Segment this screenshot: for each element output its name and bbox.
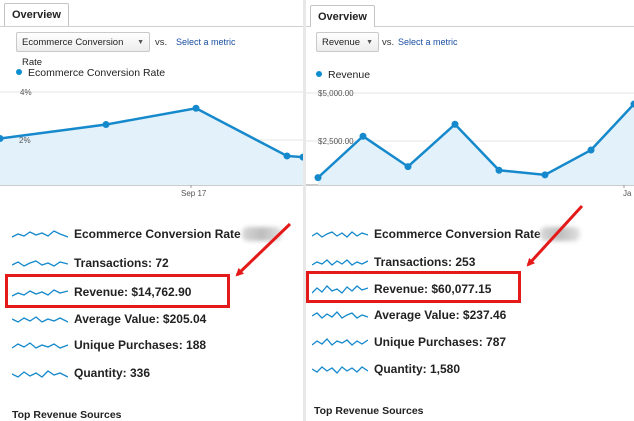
sparkline-icon [312, 259, 368, 266]
sparkline-icon [12, 230, 68, 238]
right-section-title: Top Revenue Sources [314, 405, 424, 417]
right-panel: Overview Revenue ▼ vs. Select a metric R… [306, 0, 634, 421]
left-line-chart: 4% 2% Sep 17 [0, 88, 303, 198]
left-overview-tab[interactable]: Overview [4, 3, 69, 26]
left-chart-point-1[interactable] [102, 121, 110, 129]
right-y-tick-top: $5,000.00 [318, 89, 354, 98]
right-tabbar: Overview [306, 0, 634, 27]
left-y-tick-mid: 2% [19, 136, 31, 145]
left-x-tick: Sep 17 [181, 189, 207, 198]
left-chart-area [0, 108, 303, 185]
right-y-tick-mid: $2,500.00 [318, 137, 354, 146]
redacted-value [540, 227, 580, 241]
left-vs-label: vs. [155, 37, 168, 48]
left-section-title: Top Revenue Sources [12, 409, 122, 421]
right-metric-dropdown[interactable]: Revenue ▼ [316, 32, 379, 52]
right-line-chart: $5,000.00 $2,500.00 Ja [306, 89, 634, 198]
right-metric-dropdown-value: Revenue [322, 37, 361, 48]
right-revenue-highlight-box [306, 271, 521, 303]
right-chart-point-2[interactable] [404, 163, 412, 171]
left-legend-label: Ecommerce Conversion Rate [28, 67, 166, 79]
sparkline-icon [12, 260, 68, 267]
right-chart-point-3[interactable] [451, 120, 459, 128]
sparkline-icon [312, 311, 368, 319]
left-metric-dropdown-value: Ecommerce Conversion Rate [22, 37, 124, 68]
left-panel: Overview Ecommerce Conversion Rate ▼ vs.… [0, 0, 303, 421]
right-overview-tab[interactable]: Overview [310, 5, 375, 27]
right-chart-point-1[interactable] [359, 132, 367, 140]
right-chart-point-4[interactable] [495, 166, 503, 174]
right-x-tick: Ja [623, 189, 632, 198]
right-select-metric-link[interactable]: Select a metric [398, 37, 458, 47]
sparkline-icon [312, 231, 368, 238]
left-chart-point-2[interactable] [192, 104, 200, 112]
left-revenue-highlight-box [5, 274, 230, 308]
left-tabbar: Overview [0, 0, 303, 27]
legend-dot-icon [16, 69, 22, 76]
right-chart-legend: Revenue [316, 69, 370, 81]
legend-dot-icon [316, 71, 322, 78]
left-y-tick-top: 4% [20, 88, 32, 97]
right-chart-point-5[interactable] [541, 171, 549, 179]
sparkline-icon [312, 338, 368, 346]
sparkline-icon [12, 316, 68, 323]
left-metric-dropdown[interactable]: Ecommerce Conversion Rate ▼ [16, 32, 150, 68]
left-chart-legend: Ecommerce Conversion Rate [16, 67, 165, 79]
sparkline-icon [12, 342, 68, 349]
sparkline-icon [12, 370, 68, 378]
chevron-down-icon: ▼ [137, 39, 144, 46]
right-chart-point-0[interactable] [314, 174, 322, 182]
right-legend-label: Revenue [328, 69, 371, 81]
chevron-down-icon: ▼ [366, 39, 373, 46]
sparkline-icon [312, 366, 368, 374]
right-chart-point-6[interactable] [587, 146, 595, 154]
redacted-value [242, 227, 282, 241]
left-chart-point-3[interactable] [283, 152, 291, 160]
left-select-metric-link[interactable]: Select a metric [176, 37, 236, 47]
right-vs-label: vs. [382, 37, 395, 48]
